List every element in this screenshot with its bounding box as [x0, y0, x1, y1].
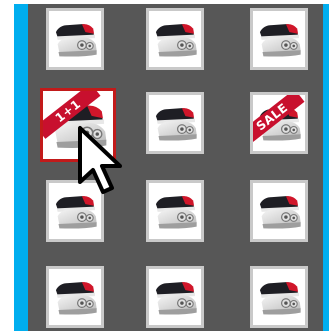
left-scroll-bar[interactable] — [14, 4, 28, 331]
shoe-tile-5[interactable] — [146, 92, 204, 154]
sneaker-icon — [155, 108, 197, 141]
shoe-tile-12[interactable] — [250, 266, 308, 328]
sneaker-icon — [259, 24, 301, 57]
shoe-tile-2[interactable] — [146, 8, 204, 70]
sneaker-icon — [55, 282, 97, 315]
sneaker-icon — [155, 196, 197, 229]
sneaker-icon — [155, 282, 197, 315]
sneaker-icon — [259, 282, 301, 315]
right-scroll-bar[interactable] — [323, 4, 329, 331]
shoe-tile-3[interactable] — [250, 8, 308, 70]
shoe-tile-1[interactable] — [46, 8, 104, 70]
shoe-tile-6[interactable]: SALE — [250, 92, 308, 154]
product-grid: 1+1 SALE — [28, 4, 323, 331]
shoe-tile-10[interactable] — [46, 266, 104, 328]
sneaker-icon — [259, 196, 301, 229]
shoe-tile-8[interactable] — [146, 180, 204, 242]
product-grid-panel: 1+1 SALE — [0, 0, 334, 334]
shoe-tile-11[interactable] — [146, 266, 204, 328]
mouse-cursor-icon — [78, 126, 122, 194]
sneaker-icon — [155, 24, 197, 57]
sneaker-icon — [55, 24, 97, 57]
shoe-tile-9[interactable] — [250, 180, 308, 242]
